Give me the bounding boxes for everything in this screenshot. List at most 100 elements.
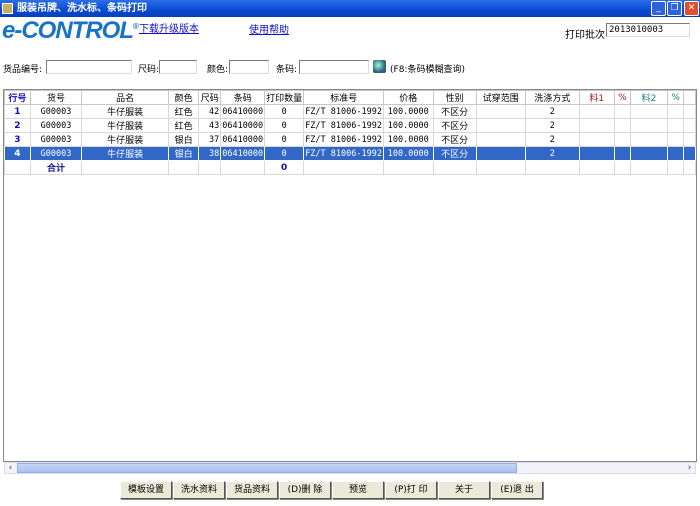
- close-button[interactable]: ✕: [684, 1, 699, 16]
- cell-code[interactable]: G00003: [29, 146, 83, 161]
- cell-fit[interactable]: [475, 118, 526, 133]
- minimize-button[interactable]: _: [651, 1, 666, 16]
- search-icon[interactable]: [373, 60, 386, 73]
- cell-standard[interactable]: FZ/T 81006-1992: [303, 118, 384, 133]
- column-header[interactable]: [683, 90, 696, 105]
- color-input[interactable]: [229, 60, 269, 74]
- cell-barcode[interactable]: 06410000: [220, 132, 266, 147]
- cell-name[interactable]: 牛仔服装: [81, 146, 169, 161]
- cell-color[interactable]: 红色: [167, 104, 200, 119]
- cell-name[interactable]: 牛仔服装: [81, 132, 169, 147]
- column-header[interactable]: 品名: [81, 90, 169, 105]
- column-header[interactable]: %: [613, 90, 632, 105]
- cell-barcode[interactable]: 06410000: [220, 146, 266, 161]
- cell-code[interactable]: G00003: [29, 104, 83, 119]
- cell-m2[interactable]: [630, 132, 668, 147]
- horizontal-scrollbar[interactable]: ‹ ›: [4, 462, 696, 474]
- preview-button[interactable]: 预览: [332, 481, 384, 499]
- size-input[interactable]: [159, 60, 197, 74]
- column-header[interactable]: %: [666, 90, 685, 105]
- table-row[interactable]: 3 G00003 牛仔服装 银白 37 06410000 0 FZ/T 81006-1992 1…: [4, 132, 696, 147]
- cell-color[interactable]: 红色: [167, 118, 200, 133]
- cell-p1[interactable]: [613, 146, 632, 161]
- table-row[interactable]: 4 G00003 牛仔服装 银白 38 06410000 0 FZ/T 81006-1992 1…: [4, 146, 696, 161]
- cell-gender[interactable]: 不区分: [432, 118, 477, 133]
- cell-row[interactable]: 1: [4, 104, 31, 119]
- cell-fit[interactable]: [475, 132, 526, 147]
- about-button[interactable]: 关于: [438, 481, 490, 499]
- cell-barcode[interactable]: 06410000: [220, 104, 266, 119]
- cell-row[interactable]: 4: [4, 146, 31, 161]
- product-data-button[interactable]: 货品资料: [226, 481, 278, 499]
- cell-m1[interactable]: [578, 132, 615, 147]
- cell-m2[interactable]: [630, 146, 668, 161]
- cell-gender[interactable]: 不区分: [432, 132, 477, 147]
- cell-name[interactable]: 牛仔服装: [81, 118, 169, 133]
- column-header[interactable]: 标准号: [303, 90, 384, 105]
- cell-qty[interactable]: 0: [264, 146, 305, 161]
- cell-size[interactable]: 42: [198, 104, 222, 119]
- cell-m1[interactable]: [578, 146, 615, 161]
- cell-price[interactable]: 100.0000: [382, 146, 434, 161]
- batch-input[interactable]: 2013010003: [606, 23, 690, 37]
- template-settings-button[interactable]: 模板设置: [120, 481, 172, 499]
- restore-button[interactable]: ❐: [667, 1, 682, 16]
- cell-qty[interactable]: 0: [264, 118, 305, 133]
- product-code-input[interactable]: [46, 60, 132, 74]
- delete-button[interactable]: (D)删 除: [279, 481, 331, 499]
- column-header[interactable]: 价格: [382, 90, 434, 105]
- data-grid[interactable]: 行号 货号 品名 颜色 尺码 条码 打印数量 标准号 价格 性别 试穿范围 洗涤方式 料1% 料2% 1G…: [3, 89, 697, 462]
- cell-m2[interactable]: [630, 118, 668, 133]
- cell-name[interactable]: 牛仔服装: [81, 104, 169, 119]
- column-header[interactable]: 颜色: [167, 90, 200, 105]
- column-header[interactable]: 行号: [4, 90, 31, 105]
- cell-price[interactable]: 100.0000: [382, 104, 434, 119]
- cell-filler[interactable]: [683, 104, 696, 119]
- cell-gender[interactable]: 不区分: [432, 146, 477, 161]
- cell-size[interactable]: 38: [198, 146, 222, 161]
- cell-m2[interactable]: [630, 104, 668, 119]
- table-row[interactable]: 2 G00003 牛仔服装 红色 43 06410000 0 FZ/T 81006-1992 1…: [4, 118, 696, 133]
- print-button[interactable]: (P)打 印: [385, 481, 437, 499]
- cell-fit[interactable]: [475, 104, 526, 119]
- cell-filler[interactable]: [683, 118, 696, 133]
- barcode-input[interactable]: [299, 60, 369, 74]
- column-header[interactable]: 试穿范围: [475, 90, 526, 105]
- scroll-left-icon[interactable]: ‹: [5, 463, 16, 473]
- scroll-right-icon[interactable]: ›: [684, 463, 695, 473]
- cell-p1[interactable]: [613, 118, 632, 133]
- cell-row[interactable]: 3: [4, 132, 31, 147]
- cell-p2[interactable]: [666, 132, 685, 147]
- cell-standard[interactable]: FZ/T 81006-1992: [303, 132, 384, 147]
- column-header[interactable]: 性别: [432, 90, 477, 105]
- cell-wash[interactable]: 2: [524, 118, 580, 133]
- cell-code[interactable]: G00003: [29, 118, 83, 133]
- column-header[interactable]: 料2: [630, 90, 668, 105]
- cell-price[interactable]: 100.0000: [382, 118, 434, 133]
- column-header[interactable]: 条码: [220, 90, 266, 105]
- column-header[interactable]: 打印数量: [264, 90, 305, 105]
- exit-button[interactable]: (E)退 出: [491, 481, 543, 499]
- cell-fit[interactable]: [475, 146, 526, 161]
- cell-m1[interactable]: [578, 118, 615, 133]
- cell-color[interactable]: 银白: [167, 132, 200, 147]
- cell-row[interactable]: 2: [4, 118, 31, 133]
- cell-filler[interactable]: [683, 146, 696, 161]
- download-upgrade-link[interactable]: 下载升级版本: [139, 20, 199, 35]
- cell-filler[interactable]: [683, 132, 696, 147]
- cell-p1[interactable]: [613, 104, 632, 119]
- cell-qty[interactable]: 0: [264, 104, 305, 119]
- cell-p1[interactable]: [613, 132, 632, 147]
- cell-qty[interactable]: 0: [264, 132, 305, 147]
- cell-p2[interactable]: [666, 118, 685, 133]
- wash-data-button[interactable]: 洗水资料: [173, 481, 225, 499]
- column-header[interactable]: 货号: [29, 90, 83, 105]
- cell-price[interactable]: 100.0000: [382, 132, 434, 147]
- help-link[interactable]: 使用帮助: [249, 21, 289, 36]
- cell-standard[interactable]: FZ/T 81006-1992: [303, 146, 384, 161]
- cell-standard[interactable]: FZ/T 81006-1992: [303, 104, 384, 119]
- column-header[interactable]: 洗涤方式: [524, 90, 580, 105]
- cell-p2[interactable]: [666, 146, 685, 161]
- cell-size[interactable]: 43: [198, 118, 222, 133]
- cell-wash[interactable]: 2: [524, 146, 580, 161]
